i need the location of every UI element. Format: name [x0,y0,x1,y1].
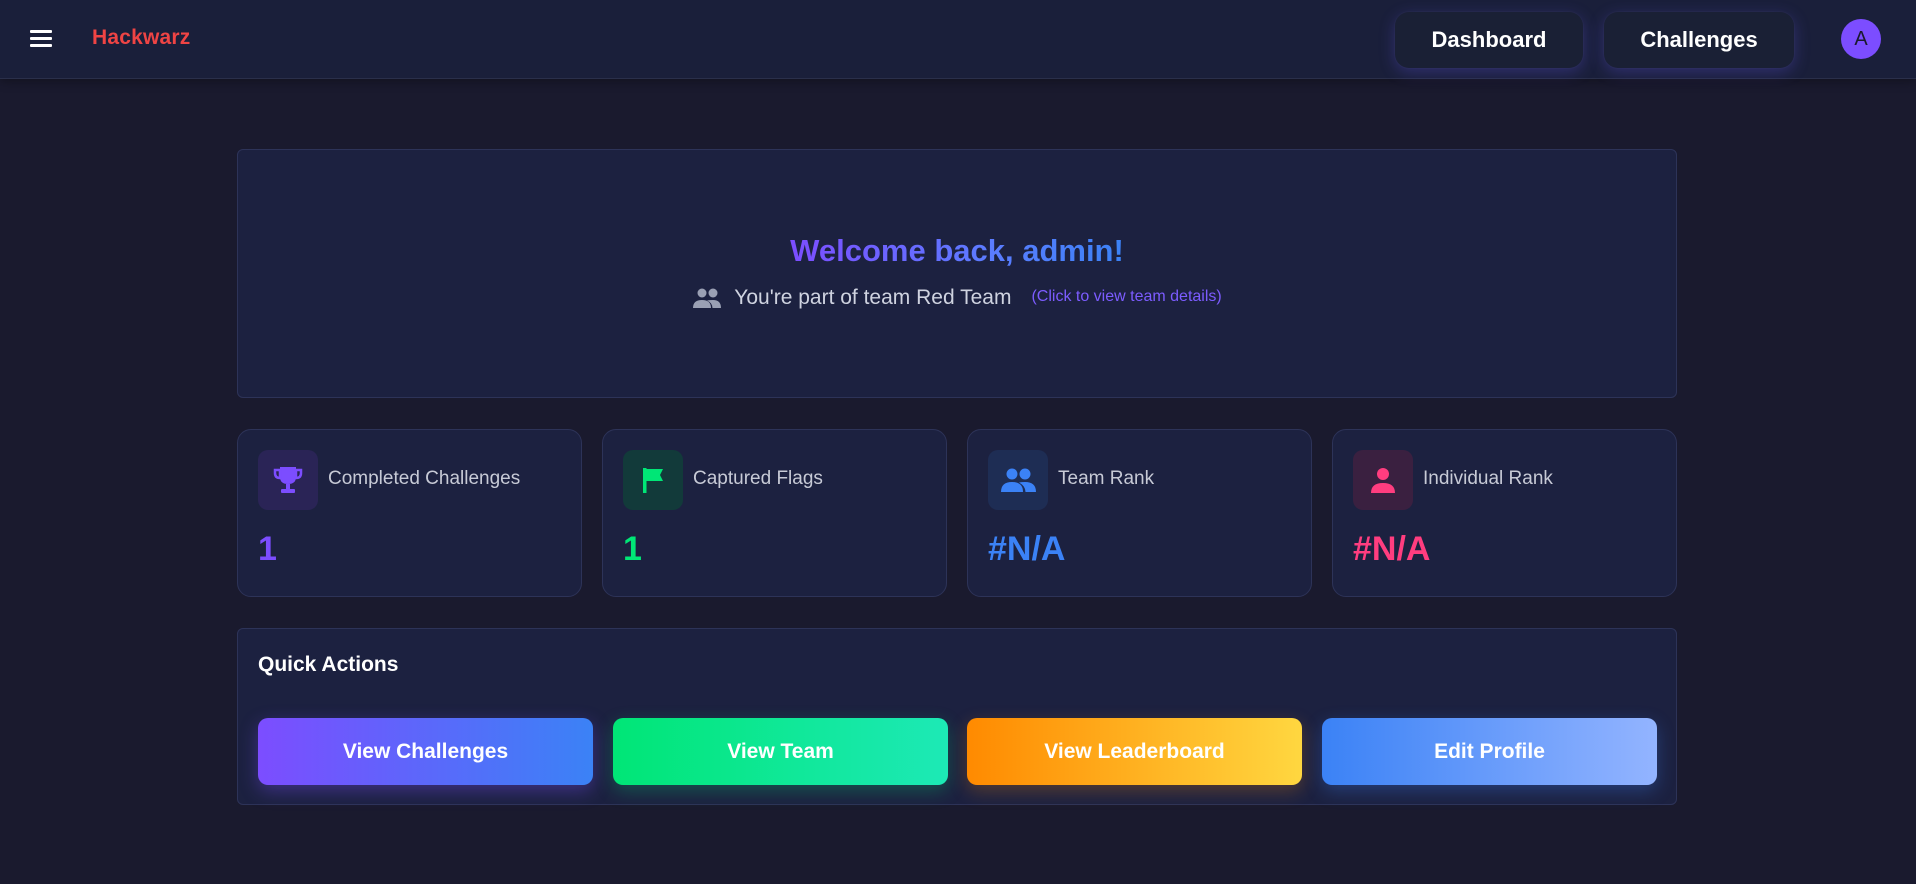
view-team-button[interactable]: View Team [613,718,948,785]
group-icon-box [988,450,1048,510]
person-icon [1371,468,1395,493]
stat-label: Individual Rank [1423,468,1553,489]
view-challenges-button[interactable]: View Challenges [258,718,593,785]
stat-card-team-rank: Team Rank #N/A [967,429,1312,597]
stat-value: #N/A [1353,530,1431,568]
welcome-title: Welcome back, admin! [238,233,1676,269]
person-icon-box [1353,450,1413,510]
trophy-icon-box [258,450,318,510]
stat-card-completed-challenges: Completed Challenges 1 [237,429,582,597]
view-leaderboard-button[interactable]: View Leaderboard [967,718,1302,785]
team-text: You're part of team Red Team [734,286,1012,309]
welcome-title-text: Welcome back, admin! [790,233,1124,268]
stat-card-captured-flags: Captured Flags 1 [602,429,947,597]
hamburger-menu-icon[interactable] [28,28,54,50]
group-icon [693,288,722,308]
group-icon [1001,468,1036,492]
flag-icon [643,468,663,493]
brand-logo[interactable]: Hackwarz [92,26,191,50]
top-navbar: Hackwarz Dashboard Challenges A [0,0,1916,79]
flag-icon-box [623,450,683,510]
stat-label: Team Rank [1058,468,1155,489]
stat-value: 1 [623,530,642,568]
trophy-icon [273,467,303,493]
quick-actions-card: Quick Actions View Challenges View Team … [237,628,1677,805]
stat-card-individual-rank: Individual Rank #N/A [1332,429,1677,597]
stat-label: Captured Flags [693,468,823,489]
nav-dashboard-button[interactable]: Dashboard [1395,12,1583,68]
team-details-link[interactable]: (Click to view team details) [1031,288,1221,306]
quick-actions-title: Quick Actions [258,653,399,676]
avatar[interactable]: A [1841,19,1881,59]
stat-value: #N/A [988,530,1066,568]
stat-label: Completed Challenges [328,468,521,489]
nav-challenges-button[interactable]: Challenges [1604,12,1794,68]
team-info: You're part of team Red Team (Click to v… [238,286,1676,310]
stat-value: 1 [258,530,277,568]
edit-profile-button[interactable]: Edit Profile [1322,718,1657,785]
welcome-card: Welcome back, admin! You're part of team… [237,149,1677,398]
